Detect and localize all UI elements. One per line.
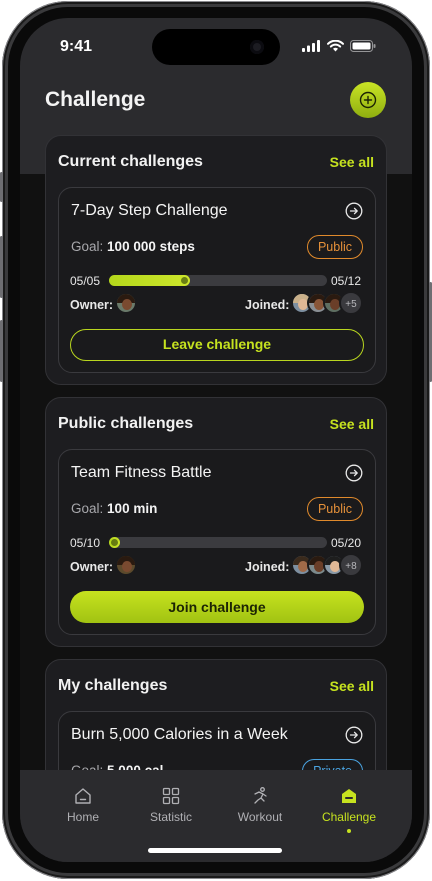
visibility-badge: Public <box>306 235 363 259</box>
joined-more-count: +8 <box>339 553 363 577</box>
see-all-current-link[interactable]: See all <box>330 154 374 170</box>
app-screen: 9:41 Challenge Current challenges See al… <box>20 18 412 862</box>
goal-label: Goal: <box>71 501 104 516</box>
goal-text: Goal: 100 000 steps <box>71 239 195 254</box>
challenge-title: 7-Day Step Challenge <box>71 202 228 219</box>
progress-track <box>109 275 327 286</box>
join-challenge-button[interactable]: Join challenge <box>70 591 364 623</box>
section-title: My challenges <box>58 677 168 694</box>
goal-label: Goal: <box>71 239 104 254</box>
public-challenges-section: Public challenges See all Team Fitness B… <box>45 397 387 647</box>
arrow-right-circle-icon[interactable] <box>345 202 363 220</box>
start-date: 05/10 <box>70 536 101 550</box>
challenge-card[interactable]: 7-Day Step Challenge Goal: 100 000 steps… <box>58 187 376 373</box>
start-date: 05/05 <box>70 274 101 288</box>
goal-value: 100 min <box>107 501 158 516</box>
page-title: Challenge <box>45 88 146 111</box>
joined-label: Joined: <box>245 560 290 574</box>
challenge-title: Team Fitness Battle <box>71 464 212 481</box>
active-tab-indicator <box>347 829 351 833</box>
leave-challenge-button[interactable]: Leave challenge <box>70 329 364 361</box>
runner-icon <box>254 787 267 804</box>
tab-label: Challenge <box>321 810 377 824</box>
section-title: Public challenges <box>58 415 194 432</box>
see-all-public-link[interactable]: See all <box>330 416 374 432</box>
progress-fill <box>109 537 120 548</box>
tab-home[interactable]: Home <box>45 786 121 824</box>
status-icons <box>302 40 376 52</box>
owner-avatar <box>115 554 137 576</box>
end-date: 05/20 <box>331 536 362 550</box>
status-time: 9:41 <box>60 38 93 55</box>
progress-knob <box>111 539 118 546</box>
signal-icon <box>302 40 320 52</box>
visibility-badge: Public <box>306 497 363 521</box>
joined-label: Joined: <box>245 298 290 312</box>
battery-icon <box>350 40 376 52</box>
owner-avatar <box>115 292 137 314</box>
challenge-title: Burn 5,000 Calories in a Week <box>71 726 288 743</box>
tab-label: Workout <box>237 810 283 824</box>
volume-up-button <box>0 236 3 298</box>
joined-more-count: +5 <box>339 291 363 315</box>
progress-fill <box>109 275 190 286</box>
home-icon <box>75 788 91 804</box>
action-button <box>0 172 3 202</box>
goal-text: Goal: 100 min <box>71 501 157 516</box>
see-all-mine-link[interactable]: See all <box>330 678 374 694</box>
arrow-right-circle-icon[interactable] <box>345 726 363 744</box>
arrow-right-circle-icon[interactable] <box>345 464 363 482</box>
dynamic-island <box>152 29 280 65</box>
current-challenges-section: Current challenges See all 7-Day Step Ch… <box>45 135 387 385</box>
tab-challenge[interactable]: Challenge <box>311 786 387 833</box>
owner-label: Owner: <box>70 298 114 312</box>
challenge-icon <box>342 789 356 803</box>
owner-label: Owner: <box>70 560 114 574</box>
goal-value: 100 000 steps <box>107 239 195 254</box>
challenge-card[interactable]: Team Fitness Battle Goal: 100 min Public… <box>58 449 376 635</box>
end-date: 05/12 <box>331 274 362 288</box>
tab-statistic[interactable]: Statistic <box>133 786 209 824</box>
progress-knob <box>181 277 188 284</box>
add-challenge-button[interactable] <box>350 82 386 118</box>
plus-circle-icon <box>359 91 377 109</box>
section-title: Current challenges <box>58 153 203 170</box>
grid-icon <box>162 787 180 805</box>
tab-workout[interactable]: Workout <box>222 786 298 824</box>
progress-track <box>109 537 327 548</box>
tab-label: Home <box>66 810 99 824</box>
tab-label: Statistic <box>149 810 192 824</box>
wifi-icon <box>327 40 344 52</box>
home-indicator[interactable] <box>148 848 282 853</box>
camera-icon <box>250 40 264 54</box>
volume-down-button <box>0 320 3 382</box>
